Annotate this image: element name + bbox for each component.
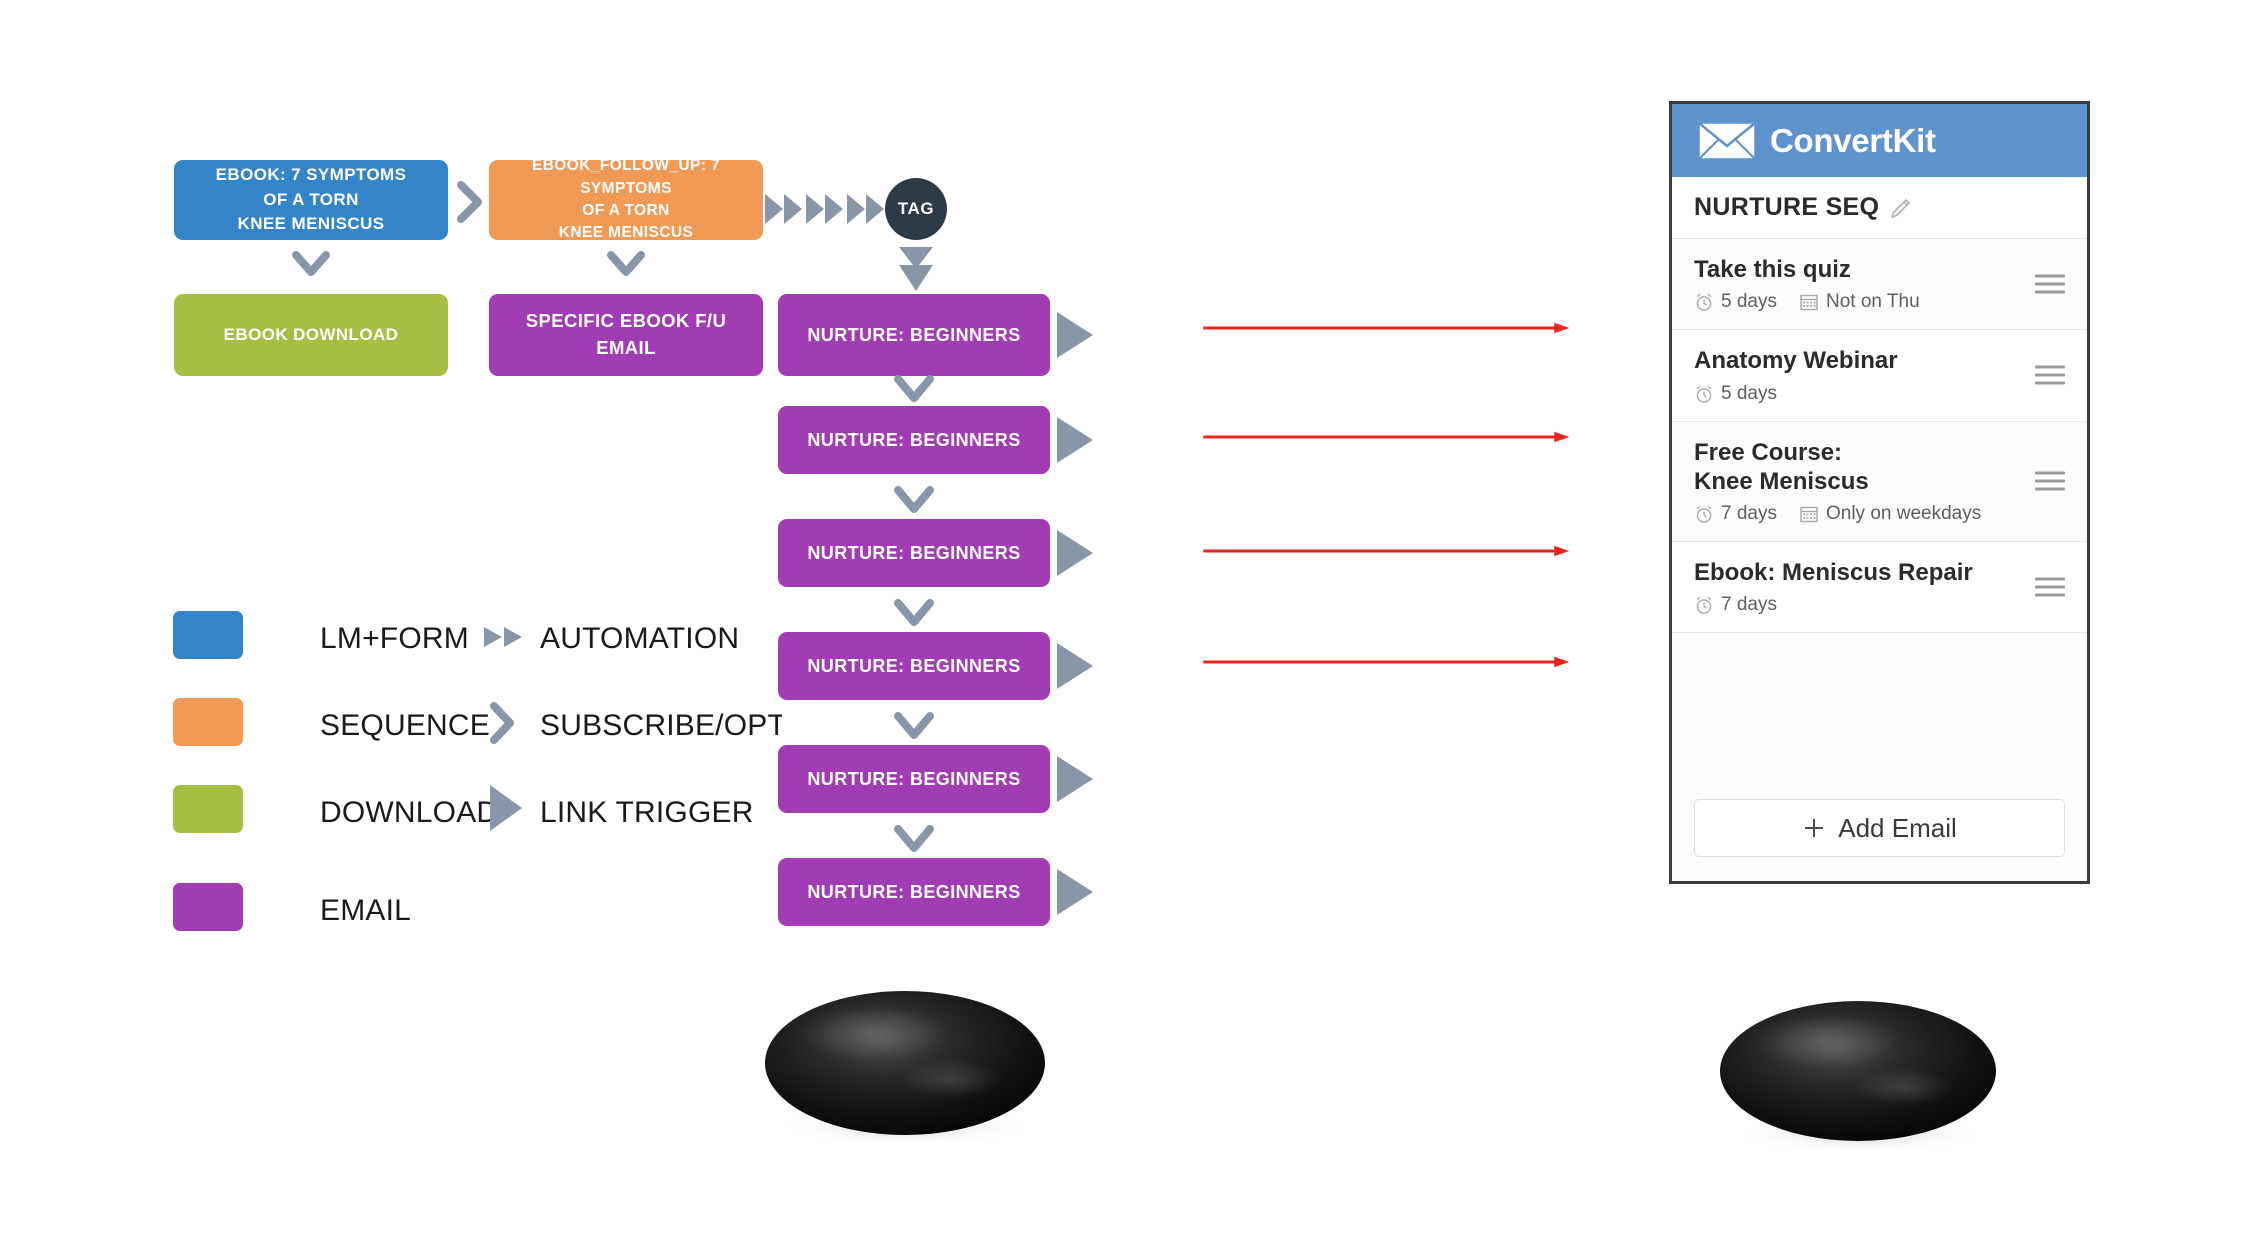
legend-label-email: EMAIL	[320, 894, 412, 927]
email-title: Anatomy Webinar	[1694, 347, 1898, 375]
connector-chevron-down	[607, 251, 645, 276]
drag-handle-icon[interactable]	[2035, 361, 2065, 390]
email-title: Ebook: Meniscus Repair	[1694, 559, 1973, 587]
flow-node-lead-magnet-form[interactable]: EBOOK: 7 SYMPTOMS OF A TORN KNEE MENISCU…	[174, 160, 448, 240]
annotation-arrow	[1203, 431, 1570, 443]
panel-footer: Add Email	[1672, 781, 2087, 881]
legend-swatch-email	[173, 883, 243, 931]
list-item[interactable]: Anatomy Webinar 5 days	[1672, 330, 2087, 422]
email-schedule: Only on weekdays	[1825, 503, 1982, 525]
drag-handle-icon[interactable]	[2035, 270, 2065, 299]
legend-label-automation: AUTOMATION	[540, 622, 740, 655]
envelope-icon	[1698, 121, 1756, 160]
calendar-icon	[1800, 506, 1818, 523]
alarm-clock-icon	[1696, 385, 1712, 403]
annotation-arrow	[1203, 322, 1570, 334]
flow-node-nurture-5[interactable]: NURTURE: BEGINNERS	[778, 745, 1050, 813]
connector-chevron-down	[894, 375, 934, 402]
link-trigger-icon[interactable]	[1055, 867, 1095, 917]
connector-chevron-down	[894, 712, 934, 739]
email-schedule: Not on Thu	[1825, 291, 1920, 313]
legend-label-subscribe-optin: SUBSCRIBE/OPTIN	[540, 709, 782, 742]
email-title: Take this quiz	[1694, 256, 1851, 283]
double-chevron-right-icon	[484, 627, 522, 647]
email-meta: 5 days	[1694, 383, 2017, 405]
legend-label-download: DOWNLOAD	[320, 796, 499, 829]
chevron-right-icon	[490, 702, 514, 744]
email-meta: 5 days Not on Thu	[1694, 291, 2017, 313]
link-trigger-icon[interactable]	[1055, 754, 1095, 804]
list-item[interactable]: Free Course: Knee Meniscus 7 days Only o…	[1672, 421, 2087, 543]
convertkit-header: ConvertKit	[1672, 104, 2087, 177]
email-delay: 5 days	[1721, 291, 1777, 313]
email-delay: 7 days	[1721, 594, 1777, 616]
triangle-right-icon	[490, 785, 522, 831]
flow-node-nurture-6[interactable]: NURTURE: BEGINNERS	[778, 858, 1050, 926]
flow-node-sequence[interactable]: EBOOK_FOLLOW_UP: 7 SYMPTOMS OF A TORN KN…	[489, 157, 763, 241]
flow-node-followup-email[interactable]: SPECIFIC EBOOK F/U EMAIL	[489, 294, 763, 376]
flow-node-nurture-3[interactable]: NURTURE: BEGINNERS	[778, 519, 1050, 587]
connector-chevron-down	[899, 247, 933, 291]
stone-photo-right	[1720, 1001, 1996, 1154]
convertkit-brand: ConvertKit	[1770, 121, 1936, 159]
legend-swatch-lm-form	[173, 611, 243, 659]
connector-chevron-down	[292, 251, 330, 276]
legend-swatch-sequence	[173, 698, 243, 746]
pencil-edit-icon[interactable]	[1889, 196, 1913, 220]
email-meta: 7 days Only on weekdays	[1694, 503, 2017, 525]
flow-node-nurture-2[interactable]: NURTURE: BEGINNERS	[778, 406, 1050, 474]
flow-node-tag[interactable]: TAG	[885, 178, 947, 240]
legend-label-link-trigger: LINK TRIGGER	[540, 796, 754, 829]
drag-handle-icon[interactable]	[2035, 467, 2065, 496]
flow-node-nurture-4[interactable]: NURTURE: BEGINNERS	[778, 632, 1050, 700]
link-trigger-icon[interactable]	[1055, 415, 1095, 465]
flow-node-nurture-1[interactable]: NURTURE: BEGINNERS	[778, 294, 1050, 376]
alarm-clock-icon	[1696, 293, 1712, 312]
legend-swatch-download	[173, 785, 243, 833]
add-email-label: Add Email	[1838, 812, 1957, 843]
alarm-clock-icon	[1696, 505, 1712, 523]
list-item[interactable]: Ebook: Meniscus Repair 7 days	[1672, 542, 2087, 634]
connector-subscribe-chevron	[457, 181, 482, 223]
alarm-clock-icon	[1696, 596, 1712, 615]
annotation-arrow	[1203, 656, 1570, 668]
stone-photo-left	[765, 991, 1045, 1147]
annotation-arrow	[1203, 545, 1570, 557]
drag-handle-icon[interactable]	[2035, 573, 2065, 602]
flow-node-download[interactable]: EBOOK DOWNLOAD	[174, 294, 448, 376]
sequence-name: NURTURE SEQ	[1694, 193, 1880, 221]
email-list: Take this quiz 5 days Not on Thu Anatomy…	[1672, 239, 2087, 781]
link-trigger-icon[interactable]	[1055, 641, 1095, 691]
email-delay: 5 days	[1721, 382, 1777, 404]
add-email-button[interactable]: Add Email	[1694, 799, 2065, 857]
legend-label-sequence: SEQUENCE	[320, 709, 490, 742]
link-trigger-icon[interactable]	[1055, 528, 1095, 578]
email-delay: 7 days	[1721, 503, 1777, 525]
diagram-canvas: EBOOK: 7 SYMPTOMS OF A TORN KNEE MENISCU…	[0, 0, 2244, 1250]
sequence-name-bar: NURTURE SEQ	[1672, 177, 2087, 239]
connector-chevron-down	[894, 486, 934, 513]
connector-automation-chevrons	[765, 194, 884, 224]
link-trigger-icon[interactable]	[1055, 310, 1095, 360]
email-title: Free Course: Knee Meniscus	[1694, 438, 1869, 495]
convertkit-panel: ConvertKit NURTURE SEQ Take this quiz 5 …	[1669, 101, 2090, 884]
list-item[interactable]: Take this quiz 5 days Not on Thu	[1672, 239, 2087, 331]
plus-icon	[1805, 819, 1824, 837]
connector-chevron-down	[894, 825, 934, 852]
calendar-icon	[1800, 295, 1818, 311]
connector-chevron-down	[894, 599, 934, 626]
email-meta: 7 days	[1694, 594, 2017, 616]
legend-label-lm-form: LM+FORM	[320, 622, 469, 655]
